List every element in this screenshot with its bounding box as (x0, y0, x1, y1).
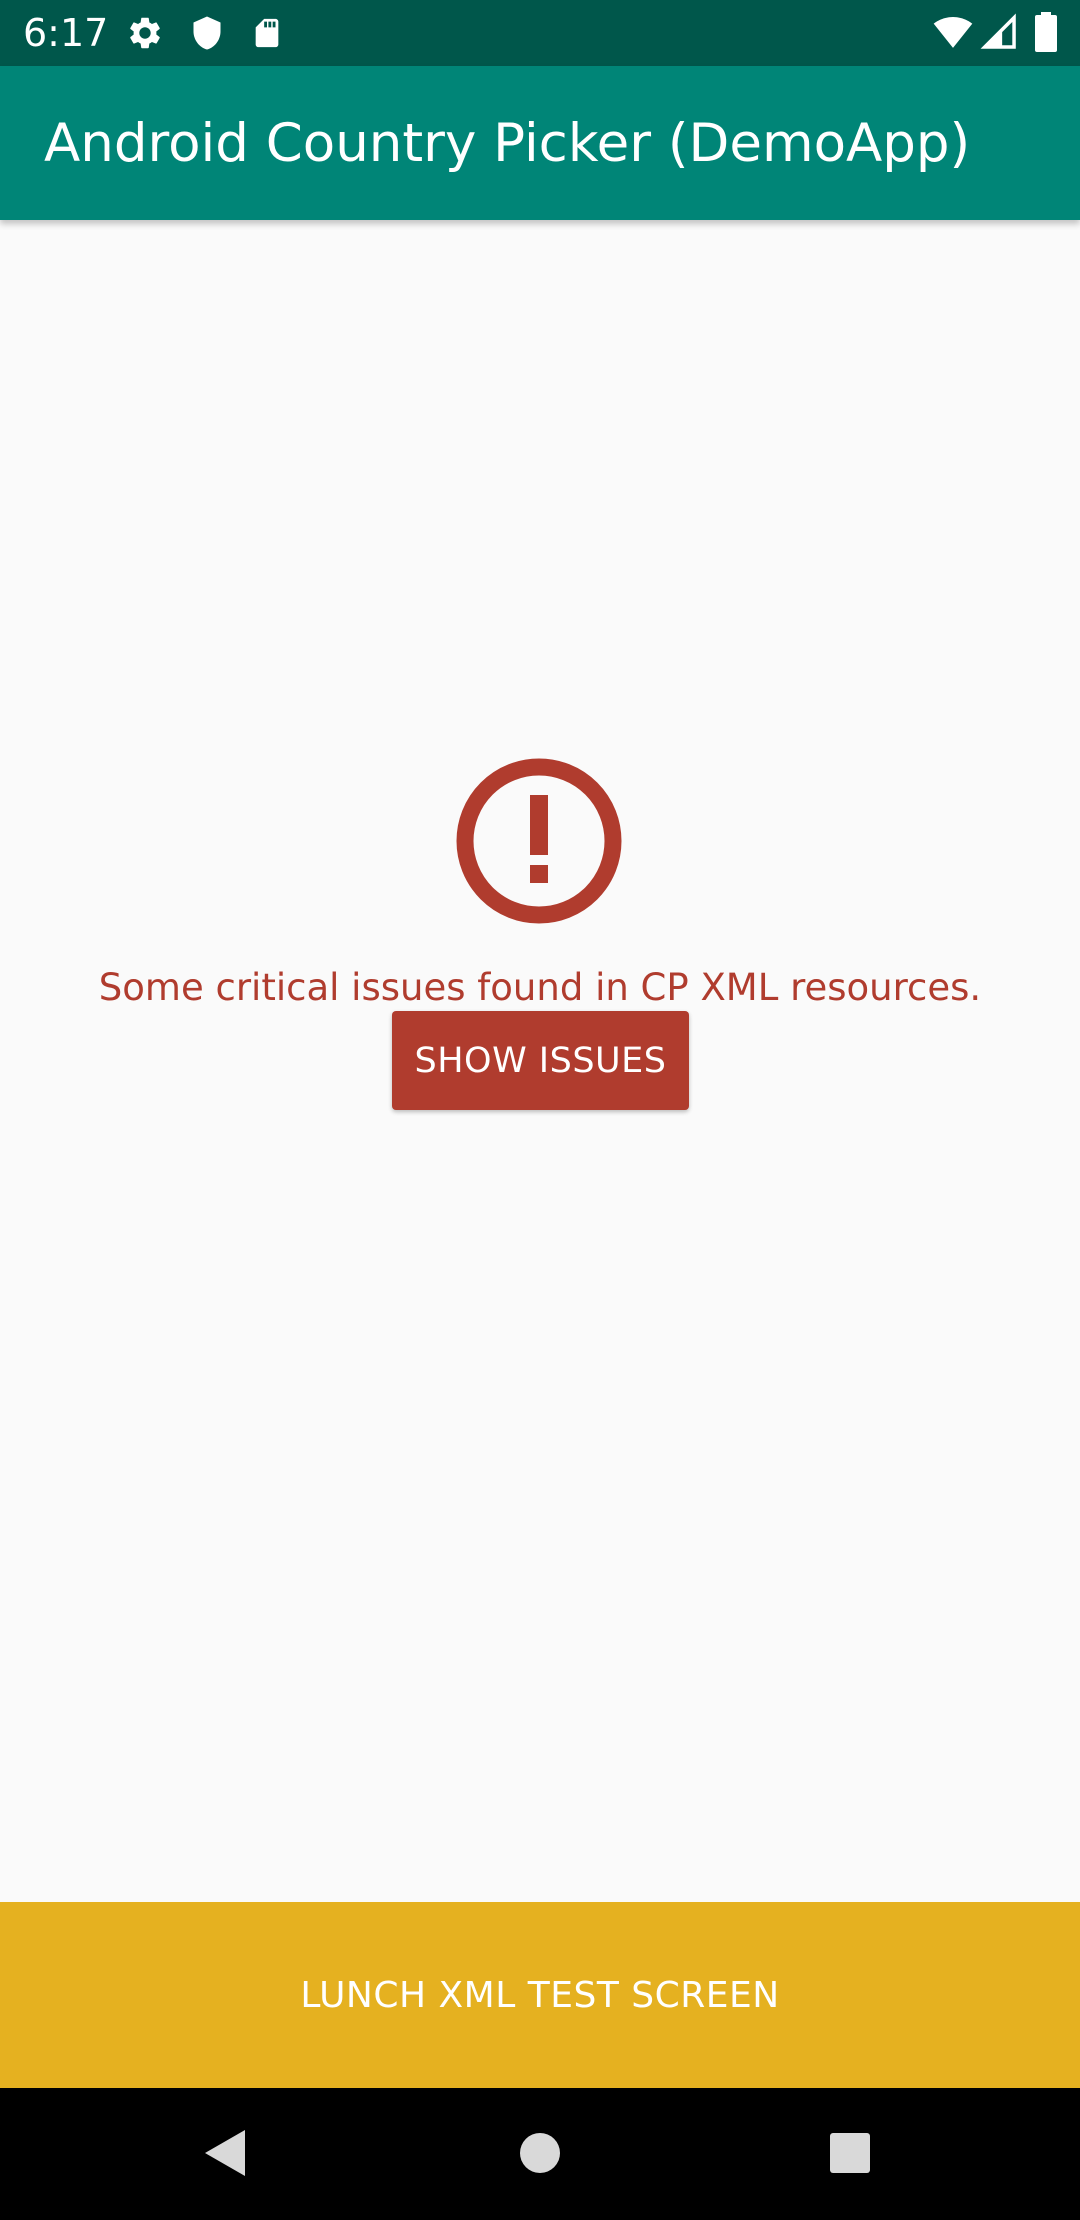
app-title: Android Country Picker (DemoApp) (44, 113, 971, 174)
sd-card-icon (255, 18, 279, 48)
status-time: 6:17 (23, 11, 109, 55)
back-icon[interactable] (203, 2128, 247, 2178)
app-bar: Android Country Picker (DemoApp) (0, 66, 1080, 220)
launch-xml-test-screen-label: LUNCH XML TEST SCREEN (300, 1974, 780, 2016)
home-icon[interactable] (519, 2132, 561, 2174)
show-issues-label: SHOW ISSUES (414, 1040, 667, 1081)
settings-gear-icon (130, 17, 160, 49)
wifi-icon (933, 17, 973, 48)
show-issues-button[interactable]: SHOW ISSUES (392, 1011, 689, 1110)
error-circle-exclamation-icon (456, 758, 622, 924)
shield-icon (193, 16, 221, 50)
error-message: Some critical issues found in CP XML res… (98, 966, 982, 1009)
launch-xml-test-screen-button[interactable]: LUNCH XML TEST SCREEN (0, 1902, 1080, 2088)
battery-icon (1035, 12, 1057, 52)
cell-signal-icon (980, 13, 1016, 49)
recents-icon[interactable] (829, 2132, 871, 2174)
navigation-bar (0, 2088, 1080, 2220)
status-bar: 6:17 (0, 0, 1080, 66)
